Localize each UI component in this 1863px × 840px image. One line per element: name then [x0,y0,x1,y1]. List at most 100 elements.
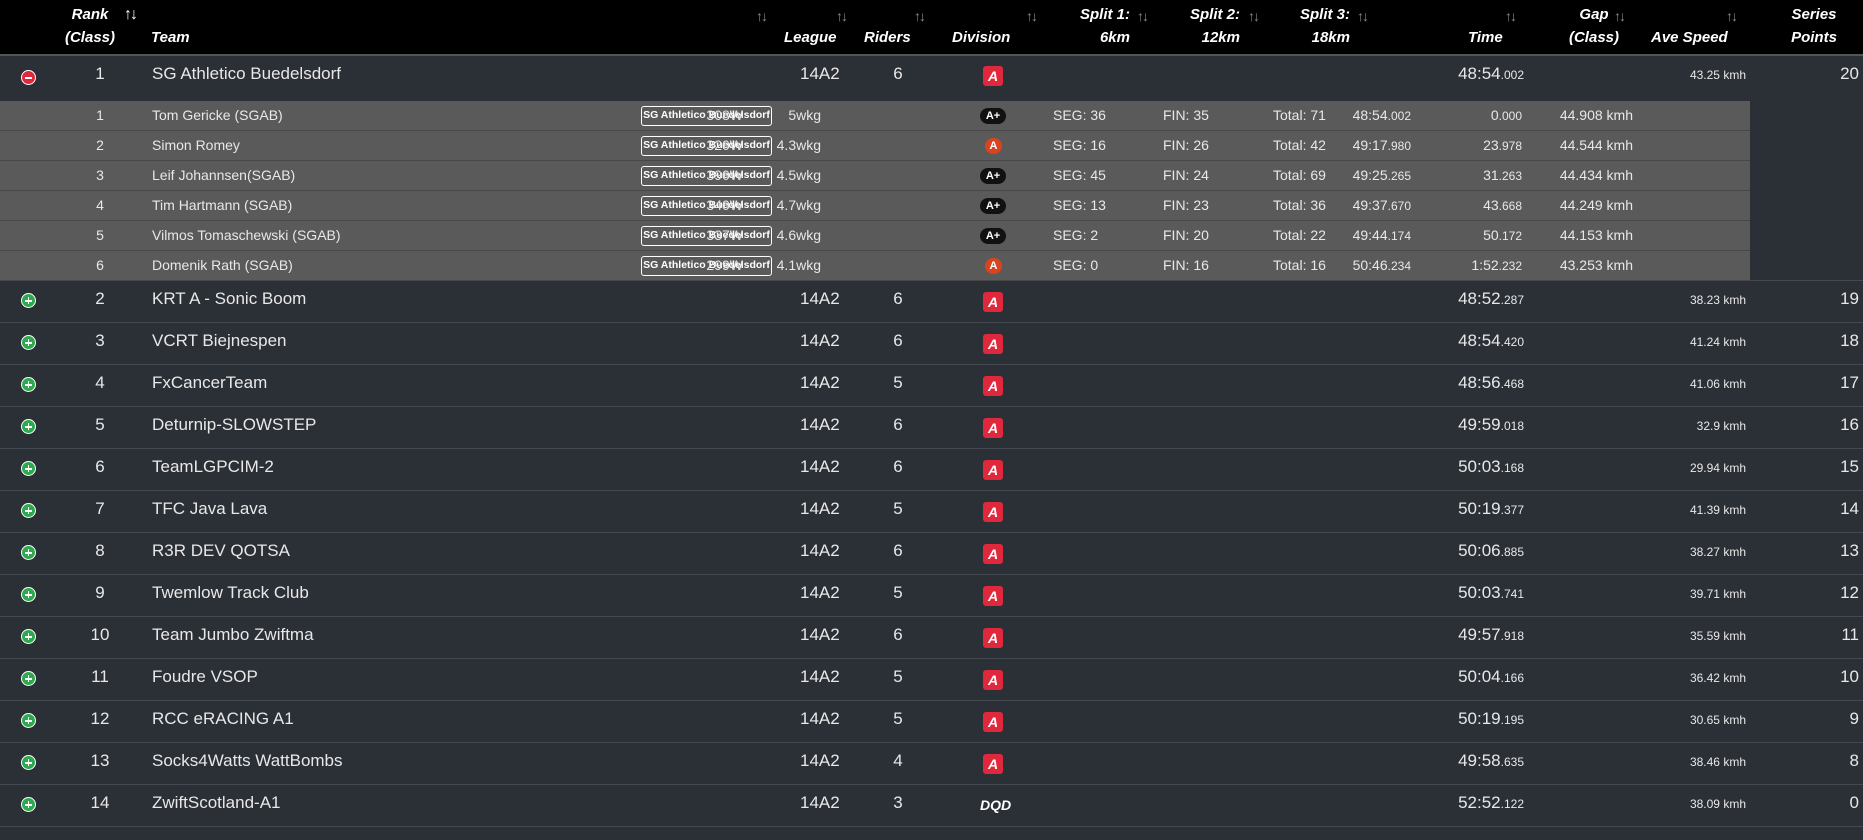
rider-wkg: 4.5wkg [776,167,821,183]
team-row[interactable]: 13 Socks4Watts WattBombs 14A2 4 A 49:58.635 38… [0,743,1863,785]
rider-watts: 337W [706,227,743,243]
team-league: 14A2 [800,541,840,560]
rider-gap: 23.978 [1483,137,1522,155]
expand-icon[interactable] [21,377,36,392]
rider-row[interactable]: 6 Domenik Rath (SGAB) SG Athletico Buedels… [0,251,1750,281]
rider-row[interactable]: 3 Leif Johannsen(SGAB) SG Athletico Buedel… [0,161,1750,191]
team-time-main: 50:03 [1458,457,1501,476]
rider-split-fin: FIN: 24 [1163,167,1209,183]
expand-icon[interactable] [21,629,36,644]
team-row[interactable]: 4 FxCancerTeam 14A2 5 A 48:56.468 41.06 kmh 17 [0,365,1863,407]
team-row[interactable]: 8 R3R DEV QOTSA 14A2 6 A 50:06.885 38.27 kmh 13 [0,533,1863,575]
expand-icon[interactable] [21,419,36,434]
team-series-points: 8 [1849,751,1859,770]
rider-gap: 50.172 [1483,227,1522,245]
sort-icon[interactable]: ↑↓ [1137,8,1149,24]
collapse-icon[interactable] [21,70,36,85]
rider-time-main: 48:54 [1352,107,1388,123]
rider-row[interactable]: 2 Simon Romey SG Athletico Buedelsdorf 320W… [0,131,1750,161]
category-badge: A+ [980,168,1006,184]
team-row[interactable]: 9 Twemlow Track Club 14A2 5 A 50:03.741 39.71 … [0,575,1863,617]
rider-gap: 1:52.232 [1471,257,1522,275]
expand-icon[interactable] [21,293,36,308]
rider-row[interactable]: 4 Tim Hartmann (SGAB) SG Athletico Buedels… [0,191,1750,221]
expand-icon[interactable] [21,461,36,476]
header-division[interactable]: Division [952,26,1010,49]
expand-icon[interactable] [21,755,36,770]
expand-icon[interactable] [21,545,36,560]
rider-gap-ms: .263 [1498,169,1522,183]
team-name: Socks4Watts WattBombs [152,751,343,770]
team-series-points: 15 [1840,457,1859,476]
rider-gap-main: 1:52 [1471,257,1499,273]
sort-icon[interactable]: ↑↓ [756,8,768,24]
team-row[interactable]: 10 Team Jumbo Zwiftma 14A2 6 A 49:57.918 35.59… [0,617,1863,659]
team-name: TeamLGPCIM-2 [152,457,274,476]
sort-icon[interactable]: ↑↓ [1505,8,1517,24]
category-badge: A [985,138,1002,154]
expand-icon[interactable] [21,587,36,602]
rider-time-main: 49:44 [1352,227,1388,243]
header-ave-speed[interactable]: Ave Speed [1651,26,1728,49]
team-time: 48:52.287 [1458,289,1524,309]
team-time: 50:04.166 [1458,667,1524,687]
sort-icon[interactable]: ↑↓ [124,6,138,24]
sort-icon[interactable]: ↑↓ [1026,8,1038,24]
expand-icon[interactable] [21,671,36,686]
team-league: 14A2 [800,415,840,434]
header-rank[interactable]: Rank (Class) [58,3,122,49]
team-name: KRT A - Sonic Boom [152,289,307,308]
sort-icon[interactable]: ↑↓ [836,8,848,24]
expand-icon[interactable] [21,713,36,728]
sort-icon[interactable]: ↑↓ [1248,8,1260,24]
team-time: 48:54.002 [1458,64,1524,84]
team-row[interactable]: 12 RCC eRACING A1 14A2 5 A 50:19.195 30.65 kmh… [0,701,1863,743]
division-badge: A [983,334,1003,354]
sort-icon[interactable]: ↑↓ [914,8,926,24]
team-row[interactable]: 2 KRT A - Sonic Boom 14A2 6 A 48:52.287 38.23 … [0,281,1863,323]
rider-row[interactable]: 5 Vilmos Tomaschewski (SGAB) SG Athletico … [0,221,1750,251]
header-time[interactable]: Time [1468,26,1503,49]
team-rank: 7 [95,499,105,518]
rider-time-main: 49:25 [1352,167,1388,183]
sort-icon[interactable]: ↑↓ [1726,8,1738,24]
team-ave-speed: 38.23 kmh [1689,293,1746,307]
sort-icon[interactable]: ↑↓ [1357,8,1369,24]
team-row[interactable]: 11 Foudre VSOP 14A2 5 A 50:04.166 36.42 kmh 10 [0,659,1863,701]
team-time: 49:59.018 [1458,415,1524,435]
team-league: 14A2 [800,331,840,350]
team-rank: 9 [95,583,105,602]
expand-icon[interactable] [21,503,36,518]
header-team[interactable]: Team [151,26,190,49]
header-league[interactable]: League [784,26,837,49]
expand-icon[interactable] [21,797,36,812]
rider-split-seg: SEG: 16 [1053,137,1106,153]
header-riders[interactable]: Riders [864,26,911,49]
team-series-points: 16 [1840,415,1859,434]
team-time-ms: .377 [1500,503,1524,517]
header-split3[interactable]: Split 3: 18km [1290,3,1350,49]
team-ave-speed: 38.46 kmh [1689,755,1746,769]
team-series-points: 9 [1849,709,1859,728]
rider-rank: 5 [96,227,104,243]
team-row[interactable]: 5 Deturnip-SLOWSTEP 14A2 6 A 49:59.018 32.9 km… [0,407,1863,449]
team-row[interactable]: 7 TFC Java Lava 14A2 5 A 50:19.377 41.39 kmh 14 [0,491,1863,533]
header-series-points[interactable]: Series Points [1782,3,1846,49]
team-row[interactable]: 14 ZwiftScotland-A1 14A2 3 DQD 52:52.122 38.09… [0,785,1863,827]
team-ave-speed: 41.39 kmh [1689,503,1746,517]
team-time: 50:03.741 [1458,583,1524,603]
sort-icon[interactable]: ↑↓ [1614,8,1626,24]
division-badge: A [983,66,1003,86]
team-rank: 3 [95,331,105,350]
table-header: Rank (Class) ↑↓ Team ↑↓ League ↑↓ Riders … [0,0,1863,56]
rider-gap: 31.263 [1483,167,1522,185]
expand-icon[interactable] [21,335,36,350]
team-time: 49:57.918 [1458,625,1524,645]
rider-row[interactable]: 1 Tom Gericke (SGAB) SG Athletico Buedelsd… [0,101,1750,131]
team-row[interactable]: 3 VCRT Biejnespen 14A2 6 A 48:54.420 41.24 kmh… [0,323,1863,365]
header-split2[interactable]: Split 2: 12km [1180,3,1240,49]
team-riders: 4 [893,751,903,770]
team-row[interactable]: 6 TeamLGPCIM-2 14A2 6 A 50:03.168 29.94 kmh 15 [0,449,1863,491]
team-time: 52:52.122 [1458,793,1524,813]
header-split1[interactable]: Split 1: 6km [1070,3,1130,49]
